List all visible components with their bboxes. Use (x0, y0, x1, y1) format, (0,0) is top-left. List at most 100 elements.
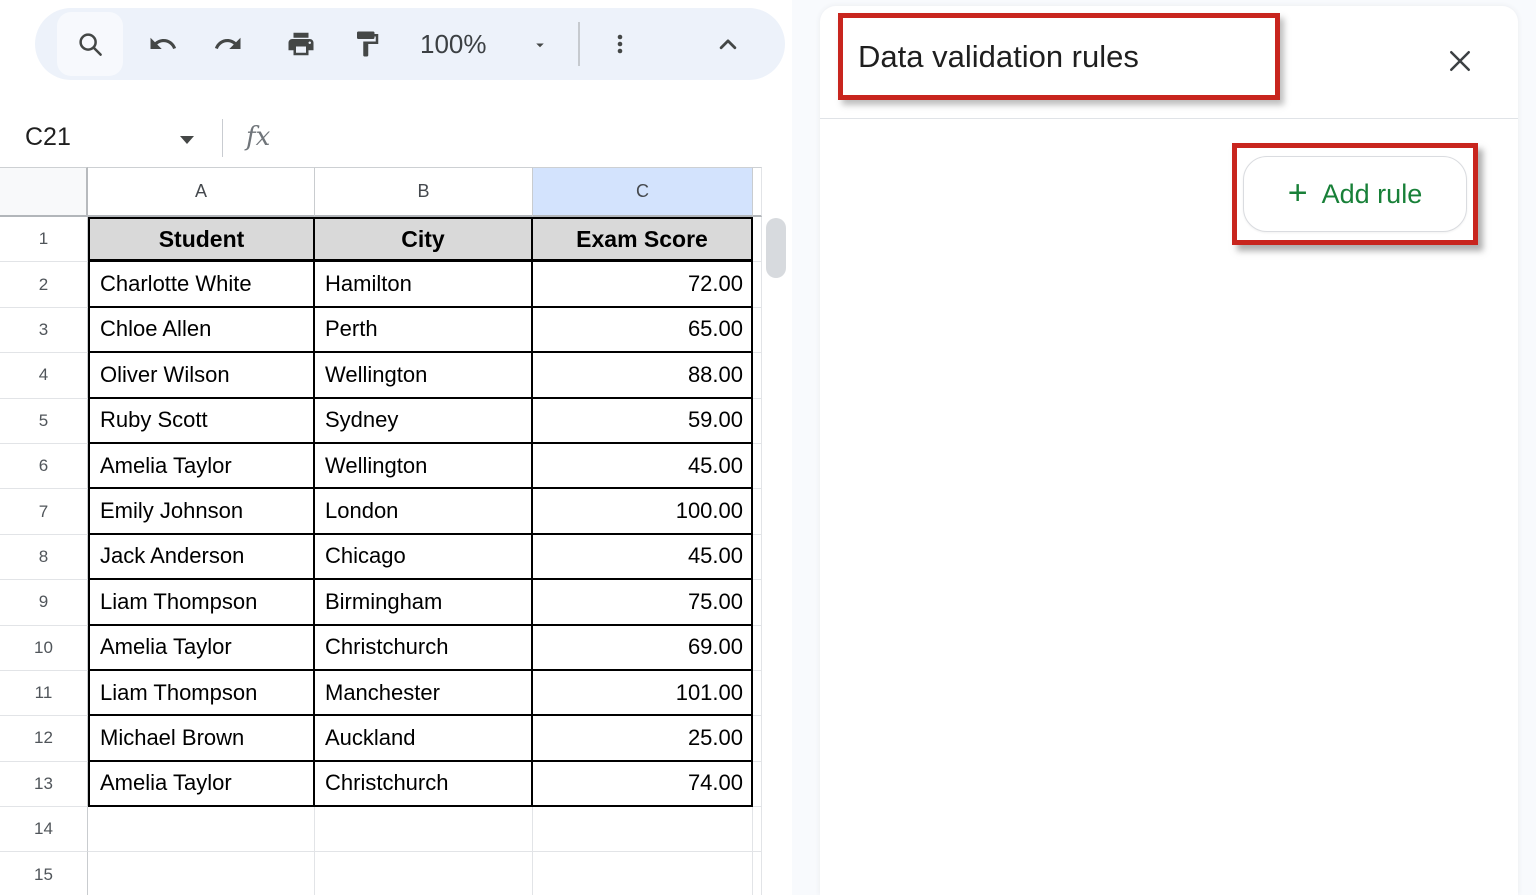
cell-partial-2 (753, 262, 762, 308)
cell-B4[interactable]: Wellington (315, 353, 533, 399)
add-rule-button[interactable]: + Add rule (1243, 156, 1467, 232)
cell-C13[interactable]: 74.00 (533, 761, 753, 808)
cell-partial-8 (753, 534, 762, 581)
cell-B14[interactable] (315, 807, 533, 853)
cell-B10[interactable]: Christchurch (315, 625, 533, 671)
cell-C1[interactable]: Exam Score (533, 217, 753, 263)
cell-C7[interactable]: 100.00 (533, 489, 753, 535)
cell-partial-15 (753, 852, 762, 895)
column-header-a[interactable]: A (88, 167, 315, 217)
add-rule-annotation-box: + Add rule (1232, 143, 1478, 245)
cell-A6[interactable]: Amelia Taylor (88, 443, 315, 490)
more-vertical-icon[interactable] (608, 32, 632, 56)
cell-B8[interactable]: Chicago (315, 534, 533, 581)
name-box-caret-icon[interactable] (178, 133, 196, 145)
row-header-7[interactable]: 7 (0, 489, 88, 535)
close-icon[interactable] (1445, 46, 1475, 76)
cell-B3[interactable]: Perth (315, 307, 533, 354)
cell-B13[interactable]: Christchurch (315, 761, 533, 808)
cell-A12[interactable]: Michael Brown (88, 716, 315, 762)
row-header-13[interactable]: 13 (0, 761, 88, 808)
row-header-15[interactable]: 15 (0, 852, 88, 895)
cell-C4[interactable]: 88.00 (533, 353, 753, 399)
column-header-partial (753, 167, 762, 217)
cell-A15[interactable] (88, 852, 315, 895)
print-icon[interactable] (286, 29, 316, 59)
cell-B12[interactable]: Auckland (315, 716, 533, 762)
cell-B9[interactable]: Birmingham (315, 580, 533, 626)
row-header-6[interactable]: 6 (0, 443, 88, 490)
row-header-5[interactable]: 5 (0, 398, 88, 444)
grid-row-7: 7 Emily Johnson London 100.00 (0, 489, 762, 535)
cell-B15[interactable] (315, 852, 533, 895)
grid-row-15: 15 (0, 852, 762, 895)
panel-title: Data validation rules (858, 39, 1139, 74)
row-header-2[interactable]: 2 (0, 262, 88, 308)
row-header-14[interactable]: 14 (0, 807, 88, 853)
row-header-8[interactable]: 8 (0, 534, 88, 581)
cell-B5[interactable]: Sydney (315, 398, 533, 444)
row-header-9[interactable]: 9 (0, 580, 88, 626)
column-header-b[interactable]: B (315, 167, 533, 217)
redo-icon[interactable] (213, 29, 243, 59)
grid-row-8: 8 Jack Anderson Chicago 45.00 (0, 534, 762, 581)
cell-C14[interactable] (533, 807, 753, 853)
cell-A10[interactable]: Amelia Taylor (88, 625, 315, 671)
column-header-row: ABC (0, 167, 762, 217)
cell-A4[interactable]: Oliver Wilson (88, 353, 315, 399)
vertical-scrollbar-thumb[interactable] (766, 218, 786, 278)
cell-B11[interactable]: Manchester (315, 670, 533, 717)
row-header-1[interactable]: 1 (0, 217, 88, 263)
zoom-dropdown-caret-icon[interactable] (531, 36, 549, 54)
row-header-11[interactable]: 11 (0, 670, 88, 717)
cell-B7[interactable]: London (315, 489, 533, 535)
cell-C5[interactable]: 59.00 (533, 398, 753, 444)
grid-row-3: 3 Chloe Allen Perth 65.00 (0, 307, 762, 354)
collapse-toolbar-icon[interactable] (713, 29, 743, 59)
cell-A14[interactable] (88, 807, 315, 853)
cell-partial-12 (753, 716, 762, 762)
fx-icon[interactable]: fx (246, 110, 270, 166)
cell-C15[interactable] (533, 852, 753, 895)
cell-B6[interactable]: Wellington (315, 443, 533, 490)
cell-C9[interactable]: 75.00 (533, 580, 753, 626)
cell-A7[interactable]: Emily Johnson (88, 489, 315, 535)
paint-format-icon[interactable] (352, 29, 382, 59)
cell-C10[interactable]: 69.00 (533, 625, 753, 671)
cell-A5[interactable]: Ruby Scott (88, 398, 315, 444)
cell-A1[interactable]: Student (88, 217, 315, 263)
cell-C2[interactable]: 72.00 (533, 262, 753, 308)
grid-row-11: 11 Liam Thompson Manchester 101.00 (0, 670, 762, 717)
row-header-12[interactable]: 12 (0, 716, 88, 762)
cell-B1[interactable]: City (315, 217, 533, 263)
cell-A2[interactable]: Charlotte White (88, 262, 315, 308)
search-icon[interactable] (75, 29, 105, 59)
row-header-3[interactable]: 3 (0, 307, 88, 354)
row-header-10[interactable]: 10 (0, 625, 88, 671)
cell-C8[interactable]: 45.00 (533, 534, 753, 581)
cell-A8[interactable]: Jack Anderson (88, 534, 315, 581)
cell-C11[interactable]: 101.00 (533, 670, 753, 717)
cell-A11[interactable]: Liam Thompson (88, 670, 315, 717)
cell-B2[interactable]: Hamilton (315, 262, 533, 308)
name-box[interactable]: C21 (25, 110, 71, 166)
grid-row-1: 1 Student City Exam Score (0, 217, 762, 263)
column-header-c[interactable]: C (533, 167, 753, 217)
grid-row-13: 13 Amelia Taylor Christchurch 74.00 (0, 761, 762, 808)
formula-bar: C21 fx (0, 110, 792, 166)
zoom-level[interactable]: 100% (420, 8, 487, 80)
cell-A3[interactable]: Chloe Allen (88, 307, 315, 354)
select-all-corner[interactable] (0, 167, 88, 217)
cell-A13[interactable]: Amelia Taylor (88, 761, 315, 808)
grid-row-9: 9 Liam Thompson Birmingham 75.00 (0, 580, 762, 626)
row-header-4[interactable]: 4 (0, 353, 88, 399)
cell-C6[interactable]: 45.00 (533, 443, 753, 490)
cell-C3[interactable]: 65.00 (533, 307, 753, 354)
cell-C12[interactable]: 25.00 (533, 716, 753, 762)
grid-row-5: 5 Ruby Scott Sydney 59.00 (0, 398, 762, 444)
cell-partial-10 (753, 625, 762, 671)
cell-A9[interactable]: Liam Thompson (88, 580, 315, 626)
add-rule-label: Add rule (1321, 178, 1423, 209)
plus-icon: + (1287, 173, 1308, 212)
undo-icon[interactable] (148, 29, 178, 59)
